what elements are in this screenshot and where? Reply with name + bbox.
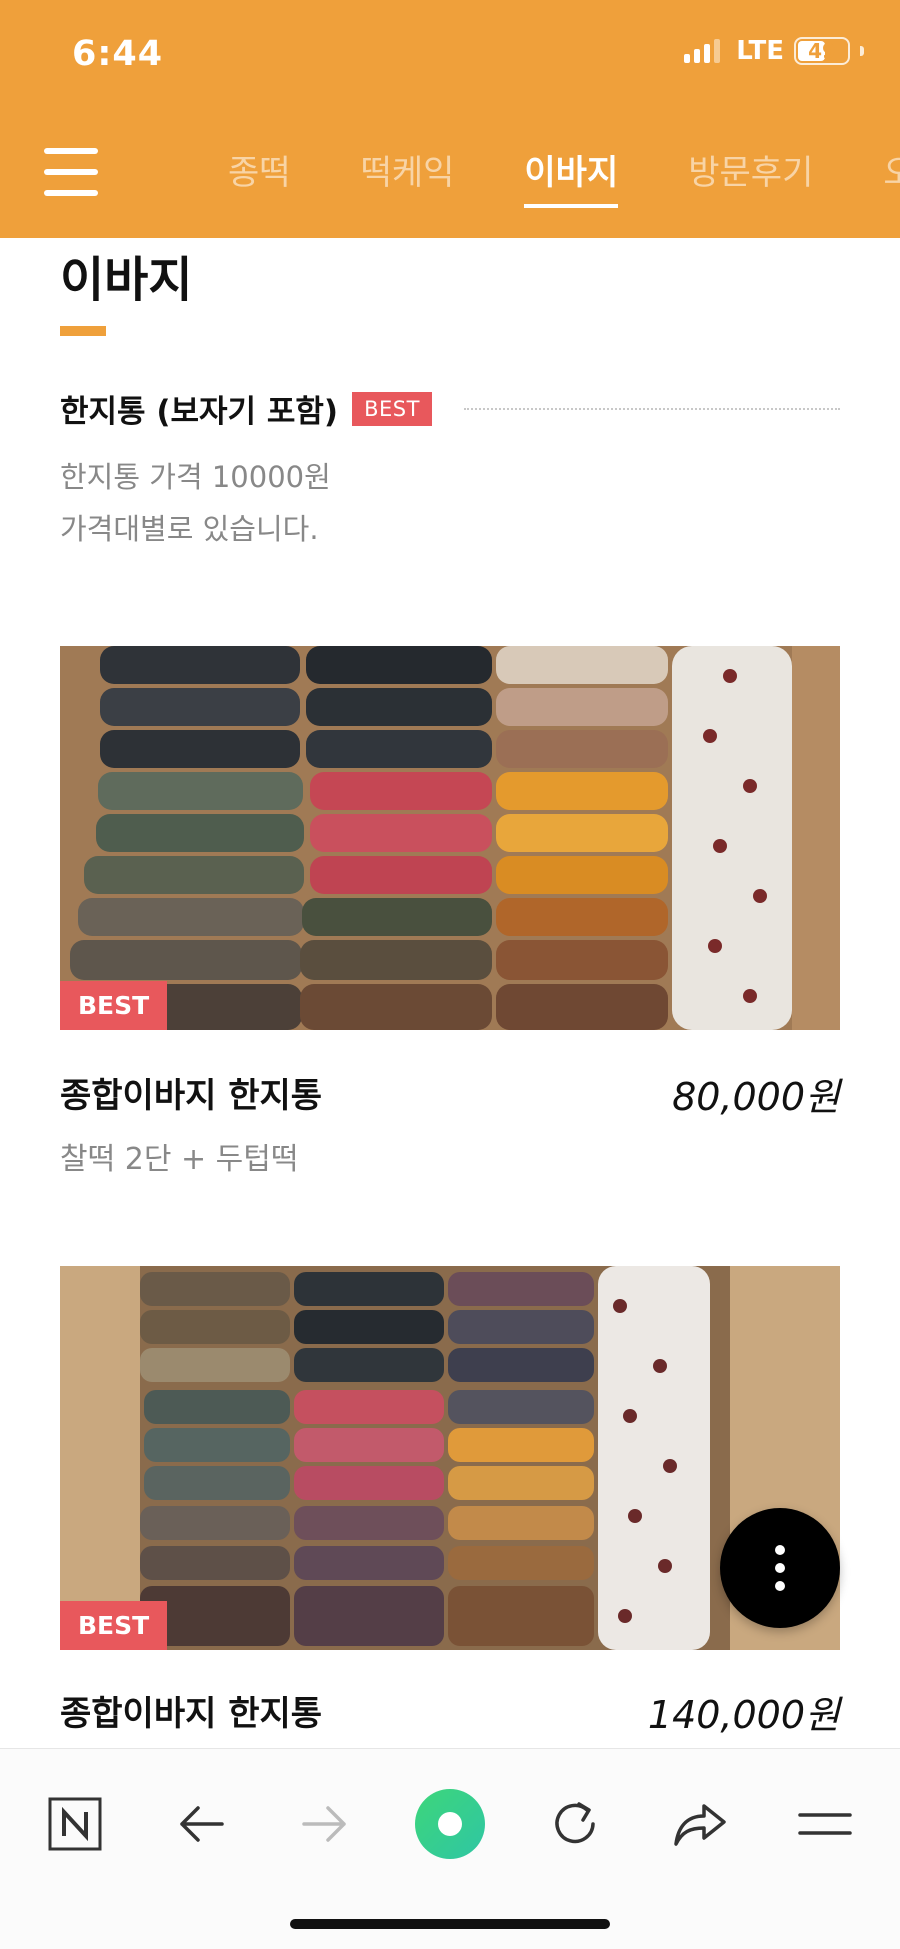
rice-cake-box-photo <box>60 646 840 1030</box>
forward-arrow-icon[interactable] <box>280 1779 370 1869</box>
green-dot-icon[interactable] <box>405 1779 495 1869</box>
group-best-badge: BEST <box>352 391 432 426</box>
group-desc-line-2: 가격대별로 있습니다. <box>60 512 319 546</box>
refresh-icon[interactable] <box>530 1779 620 1869</box>
tab-reviews[interactable]: 방문후기 <box>688 145 813 202</box>
product-best-badge: BEST <box>60 1601 168 1650</box>
product-price: 140,000원 <box>647 1693 840 1737</box>
battery-icon: 49 <box>794 37 850 65</box>
menu-lines-icon[interactable] <box>780 1779 870 1869</box>
tab-more[interactable]: 오 <box>883 145 900 202</box>
product-name[interactable]: 종합이바지 한지통 <box>60 1068 322 1117</box>
group-desc-line-1: 한지통 가격 10000원 <box>60 460 331 494</box>
group-name: 한지통 (보자기 포함) <box>60 394 339 430</box>
browser-toolbar <box>0 1748 900 1949</box>
divider <box>463 407 840 410</box>
network-label: LTE <box>736 36 784 66</box>
signal-icon <box>684 39 721 63</box>
section-title: 이바지 <box>60 252 193 308</box>
back-arrow-icon[interactable] <box>156 1779 246 1869</box>
app-header: 6:44 LTE 49 종떡 떡케익 이바지 방문후기 오 <box>0 0 900 238</box>
share-icon[interactable] <box>655 1779 745 1869</box>
menu-icon[interactable] <box>44 148 98 196</box>
more-vertical-icon[interactable] <box>720 1508 840 1628</box>
tab-rice-cake[interactable]: 떡케익 <box>361 145 455 202</box>
product-best-badge: BEST <box>60 981 168 1030</box>
product-price: 80,000원 <box>672 1075 840 1119</box>
rice-cake-box-photo <box>60 1266 840 1650</box>
home-indicator[interactable] <box>290 1919 610 1929</box>
tab-ibaji[interactable]: 이바지 <box>524 145 618 208</box>
product-name[interactable]: 종합이바지 한지통 <box>60 1686 322 1735</box>
title-underline <box>60 326 106 336</box>
product-image[interactable]: BEST <box>60 1266 840 1650</box>
tab-jongtteok[interactable]: 종떡 <box>228 145 291 202</box>
category-tabs: 종떡 떡케익 이바지 방문후기 오 <box>228 145 900 208</box>
status-time: 6:44 <box>72 34 164 74</box>
group-header: 한지통 (보자기 포함) BEST <box>60 386 840 431</box>
naver-icon[interactable] <box>30 1779 120 1869</box>
product-image[interactable]: BEST <box>60 646 840 1030</box>
product-subtitle: 찰떡 2단 + 두텁떡 <box>60 1142 299 1177</box>
battery-level: 49 <box>808 39 836 63</box>
status-indicators: LTE 49 <box>684 36 864 66</box>
